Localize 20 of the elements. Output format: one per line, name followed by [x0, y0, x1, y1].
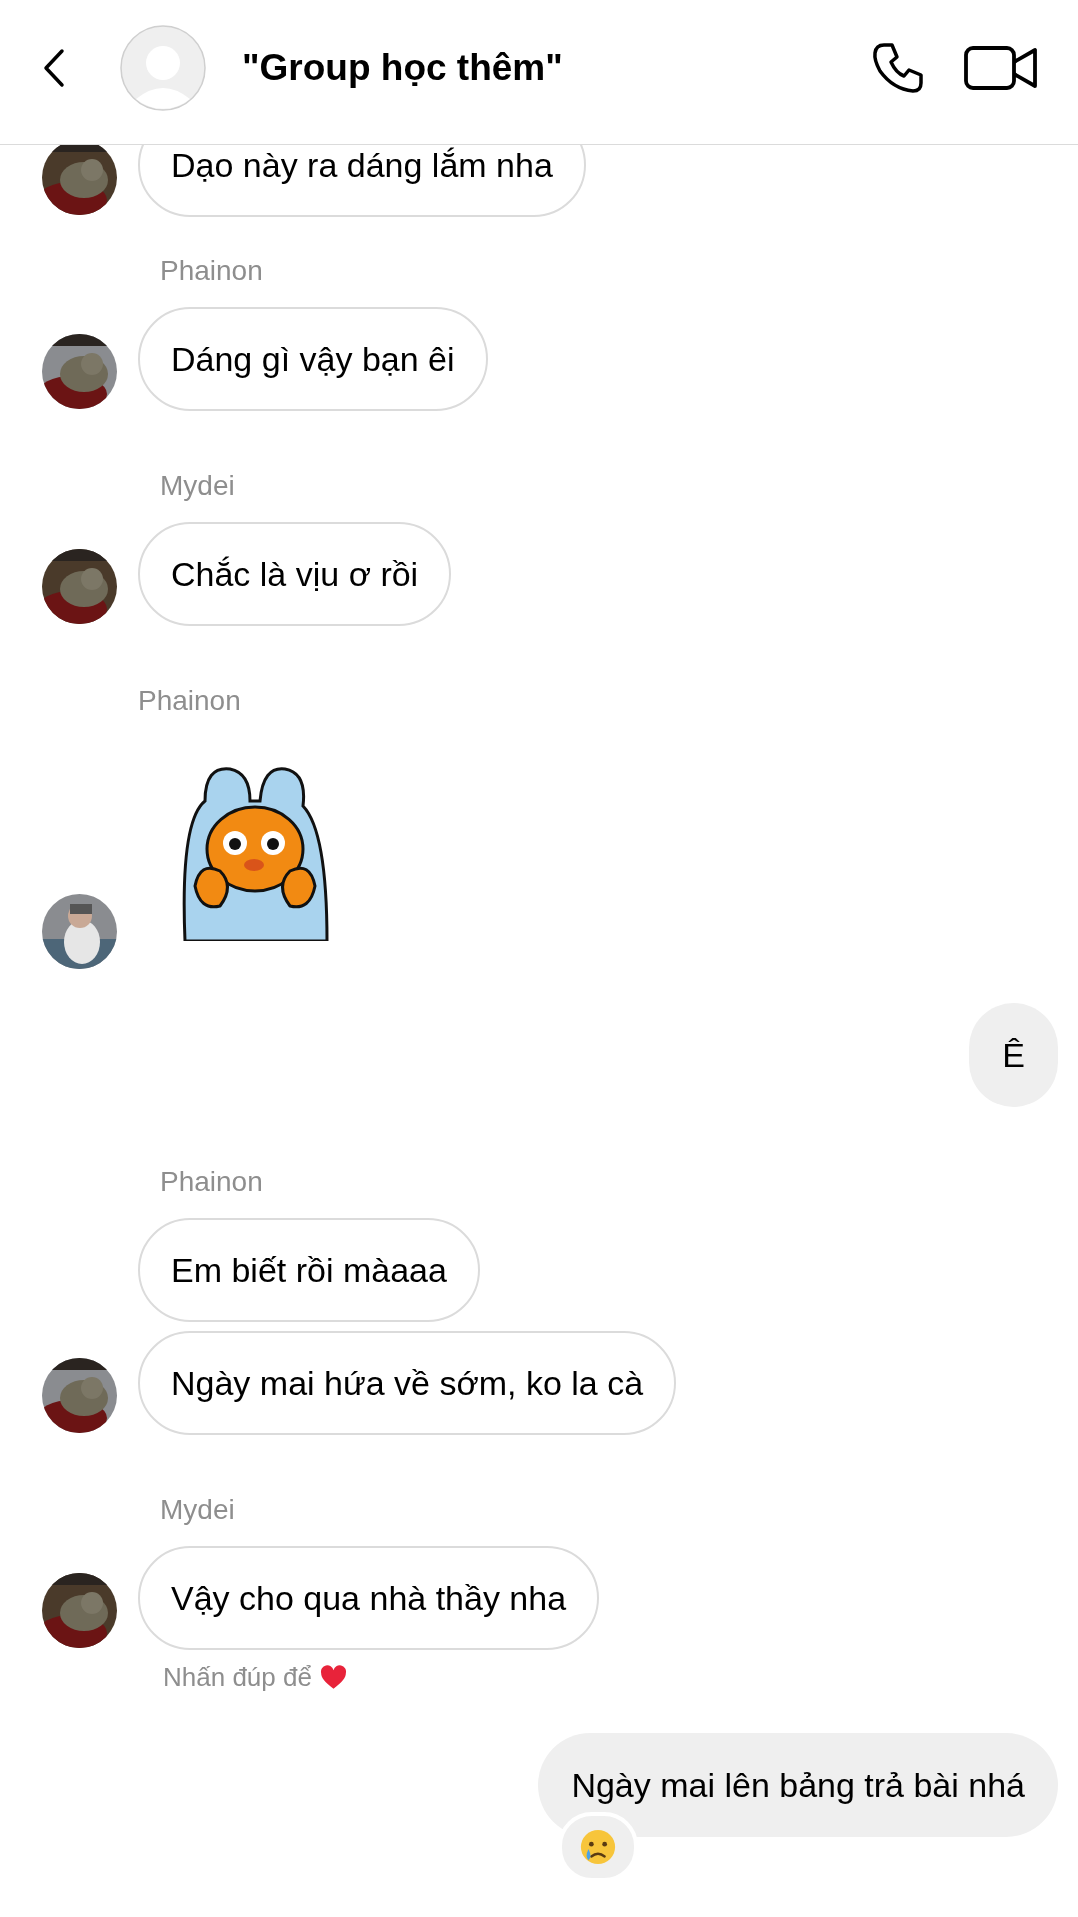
message-bubble[interactable]: Dạo này ra dáng lắm nha [138, 145, 586, 217]
message-bubble[interactable]: Dáng gì vậy bạn êi [138, 307, 488, 411]
back-icon[interactable] [42, 48, 66, 88]
message-bubble[interactable]: Vậy cho qua nhà thầy nha [138, 1546, 600, 1650]
sender-name: Mydei [159, 469, 236, 503]
video-call-icon[interactable] [964, 45, 1038, 91]
phone-icon[interactable] [870, 40, 926, 96]
sender-name: Phainon [159, 1165, 264, 1199]
sender-name: Phainon [159, 254, 264, 288]
message-bubble[interactable]: Chắc là vịu ơ rồi [138, 522, 452, 626]
hint-text: Nhấn đúp để [163, 1662, 312, 1693]
message-bubble[interactable]: Ê [969, 1003, 1058, 1107]
message-bubble[interactable]: Em biết rồi màaaa [138, 1218, 480, 1322]
chat-title[interactable]: "Group học thêm" [242, 47, 870, 89]
message-bubble[interactable]: Ngày mai lên bảng trả bài nhá [538, 1733, 1058, 1837]
sender-name: Mydei [159, 1493, 236, 1527]
crying-face-icon [579, 1828, 618, 1866]
heart-icon [319, 1665, 347, 1690]
message-bubble[interactable]: Ngày mai hứa về sớm, ko la cà [138, 1331, 677, 1435]
sender-name: Phainon [137, 684, 242, 718]
